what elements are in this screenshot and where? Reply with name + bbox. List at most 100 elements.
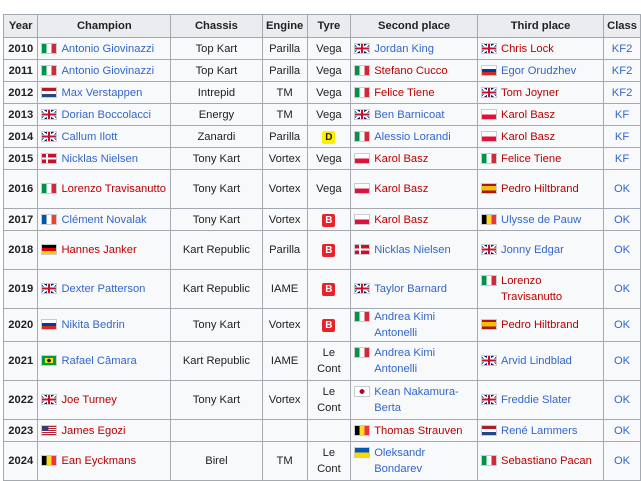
class-link[interactable]: KF2: [612, 65, 633, 77]
chassis-cell: Kart Republic: [170, 341, 263, 381]
second-name-link[interactable]: Taylor Barnard: [374, 281, 474, 297]
third-name-link[interactable]: René Lammers: [501, 423, 600, 439]
flag-fr-icon: [41, 213, 58, 225]
champion-name-link[interactable]: Hannes Janker: [61, 242, 167, 258]
champion-name-link[interactable]: Callum Ilott: [61, 129, 167, 145]
class-link[interactable]: KF: [615, 109, 629, 121]
engine-cell: TM: [261, 103, 308, 126]
champion-name-link[interactable]: Lorenzo Travisanutto: [61, 181, 167, 197]
second-name-link[interactable]: Andrea Kimi Antonelli: [374, 310, 474, 341]
third-name-link[interactable]: Chris Lock: [501, 41, 600, 57]
third-name-link[interactable]: Felice Tiene: [501, 151, 600, 167]
second-name-link[interactable]: Karol Basz: [374, 151, 474, 167]
header-second-place[interactable]: Second place: [350, 14, 478, 38]
class-link[interactable]: OK: [614, 355, 630, 367]
third-name-link[interactable]: Karol Basz: [501, 129, 600, 145]
tyre-text: Vega: [316, 64, 342, 77]
champion-name-link[interactable]: Ean Eyckmans: [61, 453, 167, 469]
chassis-cell: Tony Kart: [170, 208, 263, 231]
second-name-link[interactable]: Stefano Cucco: [374, 63, 474, 79]
third-name-link[interactable]: Freddie Slater: [501, 392, 600, 408]
table-row: 2013 Dorian Boccolacci Energy TM Vega Ben Bar…: [2, 103, 641, 126]
class-link[interactable]: OK: [614, 394, 630, 406]
header-class[interactable]: Class: [603, 14, 641, 38]
champion-cell: Clément Novalak: [37, 208, 172, 231]
class-link[interactable]: OK: [614, 244, 630, 256]
table-row: 2010 Antonio Giovinazzi Top Kart Parilla Veg…: [2, 37, 641, 60]
champion-cell: Nikita Bedrin: [37, 308, 172, 342]
class-link[interactable]: KF: [615, 153, 629, 165]
champion-name-link[interactable]: Max Verstappen: [61, 85, 167, 101]
champion-entry: Max Verstappen: [41, 85, 167, 101]
second-place-cell: Kean Nakamura-Berta: [350, 380, 478, 420]
class-link[interactable]: OK: [614, 425, 630, 437]
champion-name-link[interactable]: Dorian Boccolacci: [61, 107, 167, 123]
second-name-link[interactable]: Karol Basz: [374, 212, 474, 228]
tyre-badge-icon: B: [322, 213, 336, 227]
class-link[interactable]: KF: [615, 131, 629, 143]
header-tyre[interactable]: Tyre: [306, 14, 352, 38]
header-engine[interactable]: Engine: [261, 14, 308, 38]
header-champion[interactable]: Champion: [37, 14, 172, 38]
second-name-link[interactable]: Felice Tiene: [374, 85, 474, 101]
class-link[interactable]: OK: [614, 283, 630, 295]
champion-name-link[interactable]: Joe Turney: [61, 392, 167, 408]
third-name-link[interactable]: Karol Basz: [501, 107, 600, 123]
third-name-link[interactable]: Pedro Hiltbrand: [501, 317, 600, 333]
champion-name-link[interactable]: Antonio Giovinazzi: [61, 63, 167, 79]
class-link[interactable]: KF2: [612, 87, 633, 99]
third-name-link[interactable]: Ulysse de Pauw: [501, 212, 600, 228]
tyre-text: Vega: [316, 152, 342, 165]
second-name-link[interactable]: Ben Barnicoat: [374, 107, 474, 123]
flag-it-icon: [41, 64, 58, 76]
second-name-link[interactable]: Nicklas Nielsen: [374, 242, 474, 258]
second-name-link[interactable]: Alessio Lorandi: [374, 129, 474, 145]
class-link[interactable]: KF2: [612, 43, 633, 55]
table-row: 2014 Callum Ilott Zanardi Parilla D Alessio L…: [2, 125, 641, 148]
third-name-link[interactable]: Arvid Lindblad: [501, 353, 600, 369]
third-name-link[interactable]: Lorenzo Travisanutto: [501, 273, 600, 305]
third-place-cell: Lorenzo Travisanutto: [476, 269, 605, 309]
flag-pl-icon: [354, 152, 371, 164]
champion-cell: Dexter Patterson: [37, 269, 172, 309]
header-chassis[interactable]: Chassis: [170, 14, 263, 38]
second-name-link[interactable]: Thomas Strauven: [374, 423, 474, 439]
third-name-link[interactable]: Jonny Edgar: [501, 242, 600, 258]
class-link[interactable]: OK: [614, 455, 630, 467]
class-cell: KF: [603, 103, 641, 126]
third-name-link[interactable]: Sebastiano Pacan: [501, 453, 600, 469]
class-cell: KF: [603, 125, 641, 148]
second-name-link[interactable]: Andrea Kimi Antonelli: [374, 345, 474, 377]
engine-cell: Vortex: [261, 308, 308, 342]
champion-name-link[interactable]: Rafael Câmara: [61, 353, 167, 369]
second-name-link[interactable]: Oleksandr Bondarev: [374, 445, 474, 477]
chassis-cell: Tony Kart: [170, 169, 263, 209]
flag-us-icon: [41, 424, 58, 436]
third-name-link[interactable]: Pedro Hiltbrand: [501, 181, 600, 197]
flag-dk-icon: [354, 244, 371, 255]
header-third-place[interactable]: Third place: [476, 14, 605, 38]
header-year[interactable]: Year: [2, 14, 39, 38]
champion-name-link[interactable]: Antonio Giovinazzi: [61, 41, 167, 57]
class-link[interactable]: OK: [614, 183, 630, 195]
class-cell: KF2: [603, 37, 641, 60]
champion-entry: James Egozi: [41, 423, 167, 439]
second-name-link[interactable]: Kean Nakamura-Berta: [374, 384, 474, 416]
champion-name-link[interactable]: Nikita Bedrin: [61, 317, 167, 333]
class-link[interactable]: OK: [614, 214, 630, 226]
champion-name-link[interactable]: Nicklas Nielsen: [61, 151, 167, 167]
third-name-link[interactable]: Tom Joyner: [501, 85, 600, 101]
flag-gb-icon: [41, 108, 58, 120]
champion-name-link[interactable]: Clément Novalak: [61, 212, 167, 228]
class-link[interactable]: OK: [614, 319, 630, 331]
second-entry: Taylor Barnard: [354, 281, 474, 297]
tyre-cell: Le Cont: [306, 441, 352, 481]
third-name-link[interactable]: Egor Orudzhev: [501, 63, 600, 79]
flag-gb-icon: [480, 42, 497, 54]
second-entry: Kean Nakamura-Berta: [354, 384, 474, 416]
second-name-link[interactable]: Jordan King: [374, 41, 474, 57]
second-name-link[interactable]: Karol Basz: [374, 181, 474, 197]
champion-name-link[interactable]: James Egozi: [61, 423, 167, 439]
champion-name-link[interactable]: Dexter Patterson: [61, 281, 167, 297]
flag-es-icon: [480, 183, 497, 194]
